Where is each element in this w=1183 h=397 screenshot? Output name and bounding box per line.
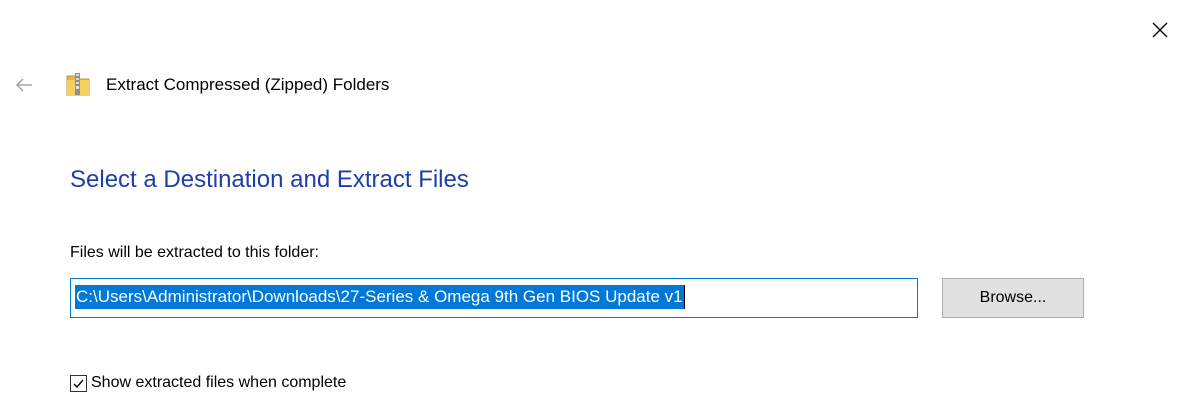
page-heading: Select a Destination and Extract Files: [70, 166, 469, 193]
show-files-checkbox[interactable]: [70, 374, 87, 392]
wizard-header: Extract Compressed (Zipped) Folders: [0, 68, 700, 102]
browse-button[interactable]: Browse...: [942, 278, 1084, 318]
extract-wizard-window: Extract Compressed (Zipped) Folders Sele…: [0, 0, 1183, 397]
checkmark-icon: [73, 379, 84, 388]
show-files-option[interactable]: Show extracted files when complete: [70, 372, 346, 394]
destination-path-text: C:\Users\Administrator\Downloads\27-Seri…: [75, 285, 684, 309]
show-files-label: Show extracted files when complete: [91, 374, 347, 391]
close-button[interactable]: [1140, 10, 1180, 50]
zip-folder-icon: [66, 73, 90, 96]
back-arrow-icon: [16, 78, 32, 92]
text-caret: [683, 285, 685, 309]
wizard-title: Extract Compressed (Zipped) Folders: [106, 75, 390, 94]
back-button[interactable]: [6, 71, 42, 99]
destination-label: Files will be extracted to this folder:: [70, 244, 319, 261]
destination-path-input[interactable]: C:\Users\Administrator\Downloads\27-Seri…: [70, 278, 918, 318]
close-icon: [1152, 22, 1168, 38]
